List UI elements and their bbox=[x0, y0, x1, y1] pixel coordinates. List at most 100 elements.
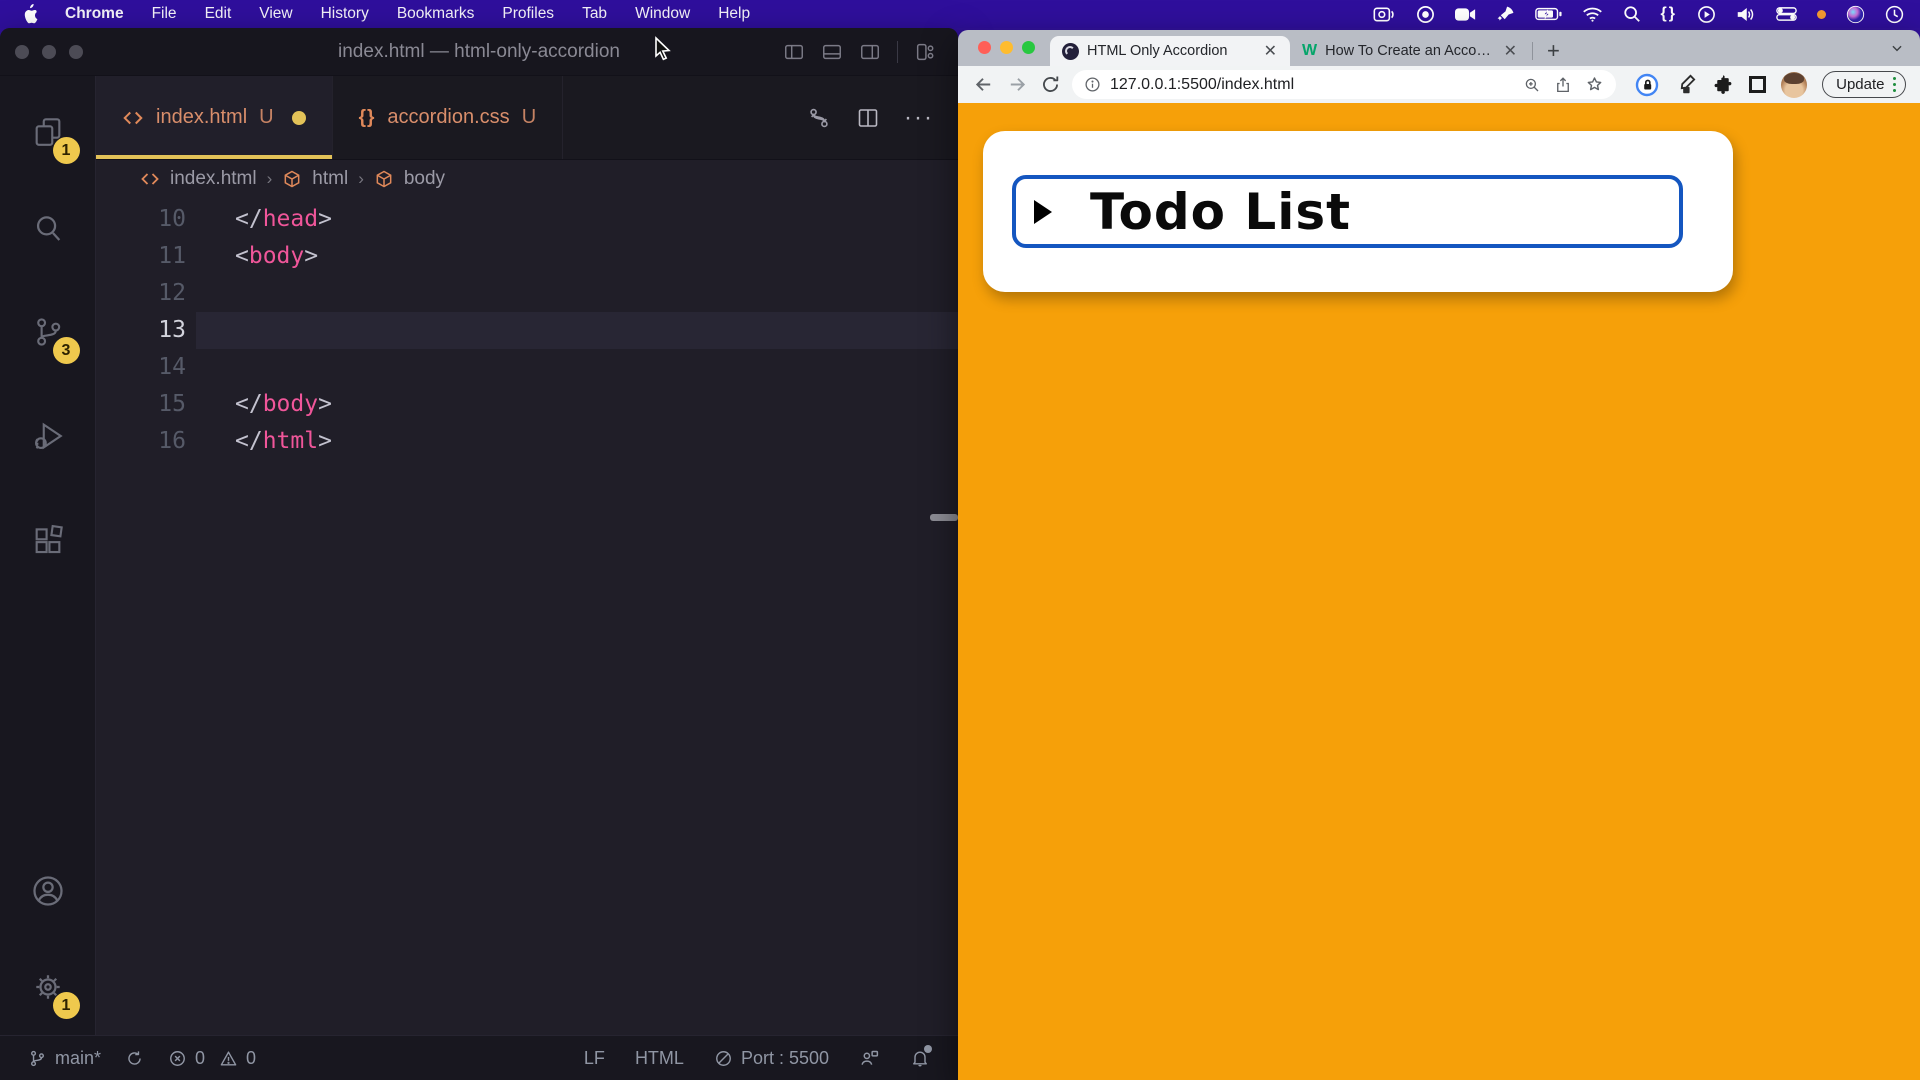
live-server-port[interactable]: Port : 5500 bbox=[714, 1048, 829, 1069]
split-editor-icon[interactable] bbox=[856, 106, 880, 130]
wifi-icon[interactable] bbox=[1582, 6, 1603, 22]
chrome-menu-dots-icon[interactable] bbox=[1893, 77, 1897, 93]
sidebar-item-explorer[interactable]: 1 bbox=[0, 84, 96, 180]
language-mode[interactable]: HTML bbox=[635, 1048, 684, 1069]
video-camera-icon[interactable] bbox=[1455, 7, 1476, 22]
modified-dot-icon[interactable] bbox=[292, 111, 306, 125]
tab-accordion-css[interactable]: {} accordion.css U bbox=[333, 76, 564, 159]
warning-count: 0 bbox=[246, 1048, 256, 1069]
sidebar-item-search[interactable] bbox=[0, 180, 96, 276]
play-circle-icon[interactable] bbox=[1697, 5, 1716, 24]
menu-item-chrome[interactable]: Chrome bbox=[65, 5, 124, 23]
tab-search-chevron-icon[interactable] bbox=[1890, 41, 1904, 55]
new-tab-button[interactable]: + bbox=[1539, 38, 1568, 64]
zoom-window-button[interactable] bbox=[1022, 41, 1035, 54]
menu-item-file[interactable]: File bbox=[152, 5, 177, 23]
close-window-button[interactable] bbox=[978, 41, 991, 54]
battery-charging-icon[interactable] bbox=[1535, 7, 1562, 21]
menu-item-tab[interactable]: Tab bbox=[582, 5, 607, 23]
toggle-secondary-sidebar-icon[interactable] bbox=[859, 41, 881, 63]
screen-record-icon[interactable] bbox=[1373, 6, 1396, 23]
more-actions-icon[interactable]: ··· bbox=[904, 104, 934, 132]
bookmark-star-icon[interactable] bbox=[1585, 75, 1604, 94]
sidebar-item-extensions[interactable] bbox=[0, 492, 96, 588]
problems-item[interactable]: 0 0 bbox=[168, 1048, 256, 1069]
zoom-icon[interactable] bbox=[1523, 76, 1541, 94]
eol-indicator[interactable]: LF bbox=[584, 1048, 605, 1069]
privacy-extension-icon[interactable] bbox=[1635, 73, 1659, 97]
volume-icon[interactable] bbox=[1736, 6, 1756, 23]
code-line-12[interactable]: 12 bbox=[96, 275, 958, 312]
code-line-16[interactable]: 16</html> bbox=[96, 423, 958, 460]
symbol-cube-icon bbox=[282, 169, 302, 189]
browser-tab-inactive[interactable]: W How To Create an Accordion ✕ bbox=[1290, 36, 1530, 66]
close-tab-icon[interactable]: ✕ bbox=[1261, 41, 1280, 61]
reload-icon[interactable] bbox=[1040, 74, 1061, 95]
web-page: Todo List bbox=[958, 103, 1920, 1080]
extensions-puzzle-icon[interactable] bbox=[1711, 73, 1734, 96]
sidebar-item-run-debug[interactable] bbox=[0, 388, 96, 484]
menu-item-history[interactable]: History bbox=[321, 5, 369, 23]
share-icon[interactable] bbox=[1554, 76, 1572, 94]
address-bar[interactable]: 127.0.0.1:5500/index.html bbox=[1072, 70, 1616, 99]
vscode-titlebar[interactable]: index.html — html-only-accordion bbox=[0, 28, 958, 76]
menu-item-edit[interactable]: Edit bbox=[205, 5, 232, 23]
back-icon[interactable] bbox=[972, 73, 995, 96]
sync-changes-item[interactable] bbox=[125, 1049, 144, 1068]
site-favicon bbox=[1062, 43, 1079, 60]
recording-dot-icon[interactable] bbox=[1817, 10, 1826, 19]
siri-icon[interactable] bbox=[1846, 5, 1865, 24]
rocket-icon[interactable] bbox=[1496, 5, 1515, 24]
record-icon[interactable] bbox=[1416, 5, 1435, 24]
colorpicker-extension-icon[interactable] bbox=[1674, 74, 1696, 96]
notifications-bell-icon[interactable] bbox=[910, 1048, 930, 1068]
account-icon[interactable] bbox=[0, 843, 96, 939]
braces-icon[interactable]: {} bbox=[1661, 5, 1677, 23]
vscode-activity-bar: 1 3 1 bbox=[0, 76, 96, 1035]
forward-icon[interactable] bbox=[1006, 73, 1029, 96]
menu-item-view[interactable]: View bbox=[259, 5, 292, 23]
close-tab-icon[interactable]: ✕ bbox=[1501, 41, 1520, 61]
minimize-window-button[interactable] bbox=[1000, 41, 1013, 54]
breadcrumb-file[interactable]: index.html bbox=[170, 168, 257, 190]
menu-item-help[interactable]: Help bbox=[718, 5, 750, 23]
menu-item-profiles[interactable]: Profiles bbox=[502, 5, 554, 23]
git-branch-item[interactable]: main* bbox=[28, 1048, 101, 1069]
customize-layout-icon[interactable] bbox=[914, 41, 936, 63]
macos-menu-bar: Chrome File Edit View History Bookmarks Profil… bbox=[0, 0, 1920, 28]
editor-sash-handle[interactable] bbox=[930, 514, 958, 521]
menu-item-bookmarks[interactable]: Bookmarks bbox=[397, 5, 475, 23]
clock-icon[interactable] bbox=[1885, 5, 1904, 24]
control-center-icon[interactable] bbox=[1776, 7, 1797, 21]
update-button[interactable]: Update bbox=[1822, 71, 1906, 98]
tab-index-html[interactable]: index.html U bbox=[96, 76, 333, 159]
url-text[interactable]: 127.0.0.1:5500/index.html bbox=[1110, 76, 1514, 94]
toggle-panel-icon[interactable] bbox=[821, 41, 843, 63]
profile-avatar[interactable] bbox=[1781, 72, 1807, 98]
site-info-icon[interactable] bbox=[1084, 76, 1101, 93]
menu-item-window[interactable]: Window bbox=[635, 5, 690, 23]
sidebar-item-source-control[interactable]: 3 bbox=[0, 284, 96, 380]
code-line-11[interactable]: 11<body> bbox=[96, 238, 958, 275]
code-line-15[interactable]: 15</body> bbox=[96, 386, 958, 423]
code-line-14[interactable]: 14 bbox=[96, 349, 958, 386]
accordion-card: Todo List bbox=[983, 131, 1733, 292]
browser-tab-active[interactable]: HTML Only Accordion ✕ bbox=[1050, 36, 1290, 66]
tab-title: How To Create an Accordion bbox=[1325, 43, 1492, 59]
remote-person-icon[interactable] bbox=[859, 1048, 880, 1069]
tab-label: index.html bbox=[156, 106, 247, 129]
open-changes-icon[interactable] bbox=[806, 105, 832, 131]
code-editor[interactable]: 10</head>11<body>12131415</body>16</html… bbox=[96, 198, 958, 1035]
accordion-summary[interactable]: Todo List bbox=[1012, 175, 1683, 248]
breadcrumb-separator: › bbox=[358, 169, 364, 189]
breadcrumb-html[interactable]: html bbox=[312, 168, 348, 190]
search-icon[interactable] bbox=[1623, 5, 1641, 23]
dark-frame-extension-icon[interactable] bbox=[1749, 76, 1766, 93]
css-file-icon: {} bbox=[359, 107, 376, 129]
code-line-13[interactable]: 13 bbox=[96, 312, 958, 349]
apple-logo-icon[interactable] bbox=[22, 4, 39, 24]
toggle-primary-sidebar-icon[interactable] bbox=[783, 41, 805, 63]
settings-gear-icon[interactable]: 1 bbox=[0, 939, 96, 1035]
code-line-10[interactable]: 10</head> bbox=[96, 201, 958, 238]
breadcrumb-body[interactable]: body bbox=[404, 168, 445, 190]
